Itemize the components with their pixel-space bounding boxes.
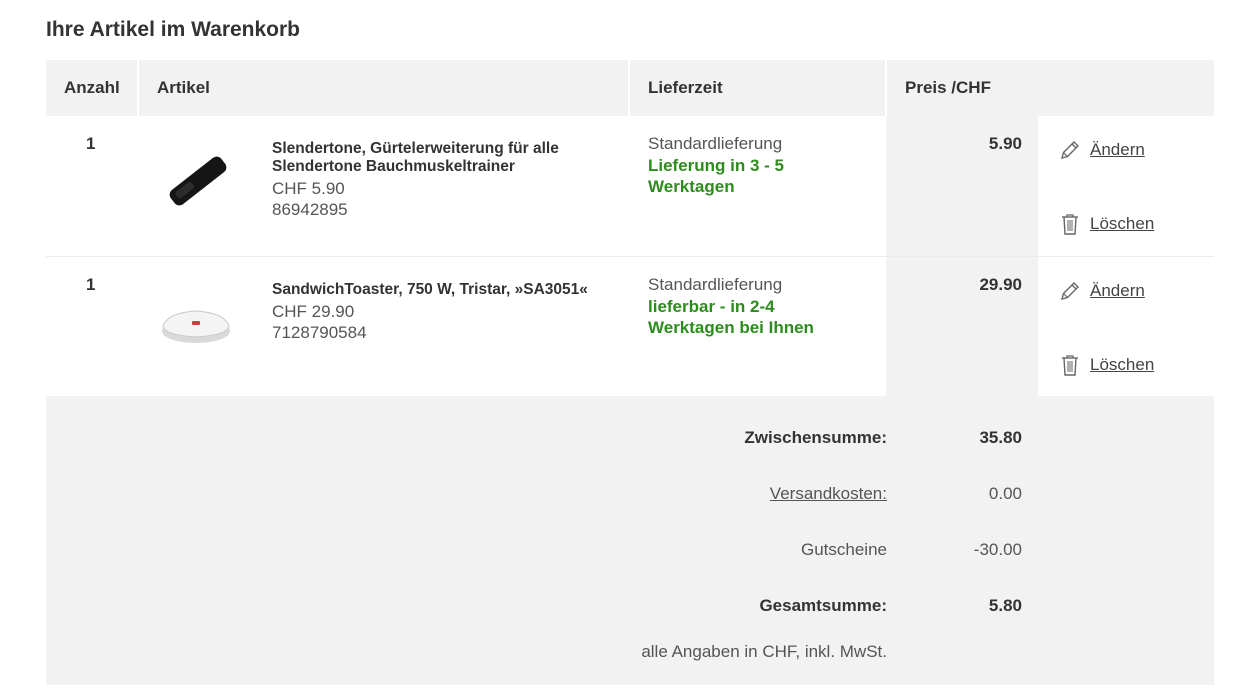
header-article: Artikel (157, 78, 210, 97)
sandwich-toaster-image[interactable] (158, 283, 234, 359)
item-quantity: 1 (86, 134, 96, 153)
table-header: Anzahl Artikel Lieferzeit Preis /CHF (46, 60, 1214, 116)
shipping-value: 0.00 (988, 484, 1022, 503)
page-title: Ihre Artikel im Warenkorb (46, 18, 301, 41)
item-unit-price: CHF 29.90 (272, 302, 355, 321)
voucher-label: Gutscheine (801, 540, 887, 559)
cart-item-row: 1 SandwichToaster, 750 W, Tristar, »SA30… (46, 256, 1214, 396)
item-quantity: 1 (86, 275, 96, 294)
edit-label[interactable]: Ändern (1090, 281, 1145, 301)
header-divider (137, 60, 139, 116)
belt-extension-image[interactable] (158, 142, 234, 218)
header-divider (628, 60, 630, 116)
header-price: Preis /CHF (905, 78, 991, 97)
item-unit-price: CHF 5.90 (272, 179, 345, 198)
total-value: 5.80 (988, 596, 1022, 615)
item-article-number: 7128790584 (272, 323, 367, 342)
subtotal-value: 35.80 (979, 428, 1022, 447)
header-divider (885, 60, 887, 116)
edit-item-button[interactable]: Ändern (1058, 138, 1145, 162)
delete-item-button[interactable]: Löschen (1058, 353, 1154, 377)
item-name[interactable]: Slendertone, Gürtelerweiterung für alle … (272, 140, 592, 176)
header-qty: Anzahl (64, 78, 120, 97)
total-label: Gesamtsumme: (759, 596, 887, 615)
header-delivery: Lieferzeit (648, 78, 723, 97)
delivery-type: Standardlieferung (648, 134, 783, 153)
delete-item-button[interactable]: Löschen (1058, 212, 1154, 236)
delete-label[interactable]: Löschen (1090, 214, 1154, 234)
trash-icon (1062, 214, 1078, 235)
order-summary: Zwischensumme: 35.80 Versandkosten: 0.00… (46, 396, 1214, 685)
delivery-time: Lieferung in 3 - 5 Werktagen (648, 156, 785, 196)
delivery-type: Standardlieferung (648, 275, 783, 294)
item-name[interactable]: SandwichToaster, 750 W, Tristar, »SA3051… (272, 281, 592, 299)
item-price: 29.90 (979, 275, 1022, 294)
item-article-number: 86942895 (272, 200, 348, 219)
voucher-value: -30.00 (973, 540, 1022, 559)
pencil-icon (1061, 282, 1079, 300)
edit-item-button[interactable]: Ändern (1058, 279, 1145, 303)
delete-label[interactable]: Löschen (1090, 355, 1154, 375)
subtotal-label: Zwischensumme: (744, 428, 887, 447)
edit-label[interactable]: Ändern (1090, 140, 1145, 160)
delivery-time: lieferbar - in 2-4 Werktagen bei Ihnen (648, 297, 814, 337)
cart-table: Anzahl Artikel Lieferzeit Preis /CHF 1 S… (46, 60, 1214, 396)
cart-item-row: 1 Slendertone, Gürtelerweiterung für all… (46, 116, 1214, 256)
shipping-costs-link[interactable]: Versandkosten: (770, 484, 887, 504)
vat-note: alle Angaben in CHF, inkl. MwSt. (641, 642, 887, 661)
pencil-icon (1061, 141, 1079, 159)
item-price: 5.90 (988, 134, 1022, 153)
trash-icon (1062, 355, 1078, 376)
